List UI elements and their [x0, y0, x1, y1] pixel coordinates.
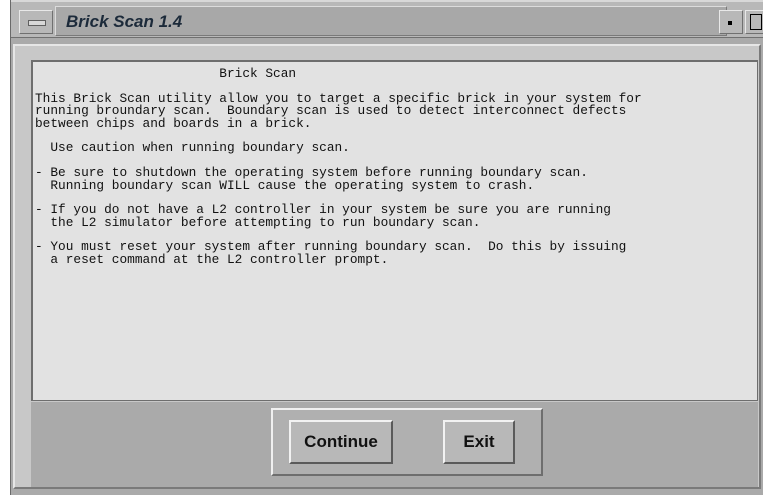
button-group: Continue Exit	[271, 408, 543, 476]
title-bar[interactable]: Brick Scan 1.4	[11, 0, 763, 38]
maximize-icon	[750, 14, 762, 30]
info-line: running broundary scan. Boundary scan is…	[35, 103, 627, 119]
info-line: - You must reset your system after runni…	[35, 239, 627, 255]
brick-scan-window: Brick Scan 1.4 Brick Scan This Brick Sca…	[10, 0, 763, 495]
window-menu-icon	[28, 20, 46, 26]
info-line: the L2 simulator before attempting to ru…	[35, 214, 481, 230]
info-text-lines: Brick Scan This Brick Scan utility allow…	[33, 66, 757, 267]
window-title: Brick Scan 1.4	[66, 12, 183, 31]
info-line: - If you do not have a L2 controller in …	[35, 202, 611, 218]
info-line: This Brick Scan utility allow you to tar…	[35, 90, 642, 106]
info-line: Running boundary scan WILL cause the ope…	[35, 177, 535, 193]
minimize-icon	[728, 21, 732, 25]
info-line: - Be sure to shutdown the operating syst…	[35, 165, 588, 181]
info-line: Use caution when running boundary scan.	[35, 140, 350, 156]
maximize-button[interactable]	[745, 10, 763, 34]
info-text-panel[interactable]: Brick Scan This Brick Scan utility allow…	[31, 60, 758, 401]
continue-button[interactable]: Continue	[289, 420, 393, 464]
info-heading: Brick Scan	[35, 66, 297, 81]
exit-button[interactable]: Exit	[443, 420, 515, 464]
window-menu-button[interactable]	[19, 10, 53, 34]
button-area: Continue Exit	[31, 402, 758, 487]
title-field[interactable]: Brick Scan 1.4	[55, 6, 727, 36]
minimize-button[interactable]	[719, 10, 743, 34]
